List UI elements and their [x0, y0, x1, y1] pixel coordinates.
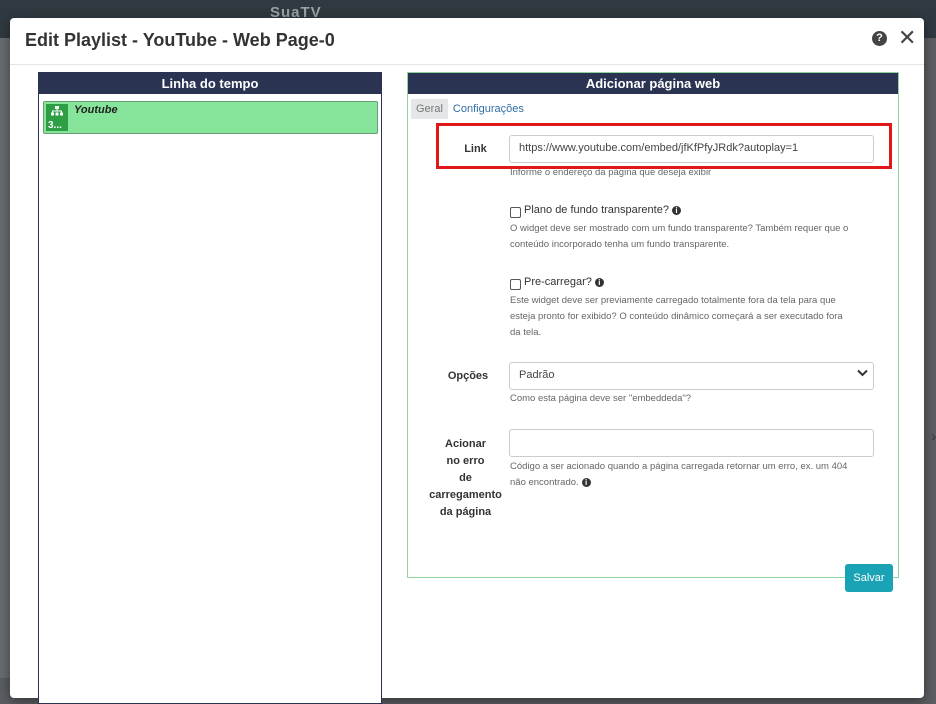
modal-header: Edit Playlist - YouTube - Web Page-0 ? ✕	[10, 18, 924, 65]
info-icon: i	[671, 206, 681, 215]
options-hint: Como esta página deve ser "embeddeda"?	[510, 393, 692, 404]
preload-hint: Este widget deve ser previamente carrega…	[510, 295, 843, 338]
close-icon[interactable]: ✕	[898, 26, 916, 50]
edit-playlist-modal: Edit Playlist - YouTube - Web Page-0 ? ✕…	[10, 18, 924, 704]
preload-checkbox[interactable]	[510, 279, 521, 290]
on-error-input[interactable]	[509, 429, 874, 457]
transparent-checkbox-label[interactable]: Plano de fundo transparente? i	[524, 204, 681, 216]
chevron-down-icon	[857, 368, 868, 380]
options-select[interactable]: Padrão	[509, 362, 874, 390]
tab-configuracoes[interactable]: Configurações	[448, 99, 529, 119]
form-tabs: Geral Configurações	[411, 99, 529, 121]
widget-name: Youtube	[74, 104, 118, 116]
on-error-label: Acionar no erro de carregamento da págin…	[429, 438, 502, 518]
link-highlight-box	[436, 123, 892, 169]
add-webpage-title: Adicionar página web	[408, 73, 898, 94]
add-webpage-panel: Adicionar página web Geral Configurações …	[407, 72, 899, 592]
modal-title: Edit Playlist - YouTube - Web Page-0	[25, 30, 335, 50]
chevron-right-icon[interactable]: ›	[931, 428, 936, 444]
save-button[interactable]: Salvar	[845, 564, 893, 592]
preload-checkbox-label[interactable]: Pre-carregar? i	[524, 276, 604, 288]
transparent-hint: O widget deve ser mostrado com um fundo …	[510, 223, 849, 250]
options-label: Opções	[447, 370, 489, 382]
timeline-panel: Linha do tempo 3... Youtube	[38, 72, 382, 704]
sitemap-icon	[51, 106, 63, 119]
background-strip	[0, 38, 10, 678]
timeline-widget-item[interactable]: 3... Youtube	[43, 101, 378, 134]
transparent-checkbox[interactable]	[510, 207, 521, 218]
timeline-title: Linha do tempo	[39, 73, 381, 94]
widget-duration: 3...	[48, 120, 62, 131]
widget-type-icon: 3...	[46, 104, 68, 131]
info-icon: i	[581, 478, 591, 487]
help-icon[interactable]: ?	[872, 31, 887, 46]
tab-geral[interactable]: Geral	[411, 99, 448, 119]
options-selected-value: Padrão	[519, 369, 555, 381]
on-error-hint: Código a ser acionado quando a página ca…	[510, 461, 848, 488]
info-icon: i	[594, 278, 604, 287]
